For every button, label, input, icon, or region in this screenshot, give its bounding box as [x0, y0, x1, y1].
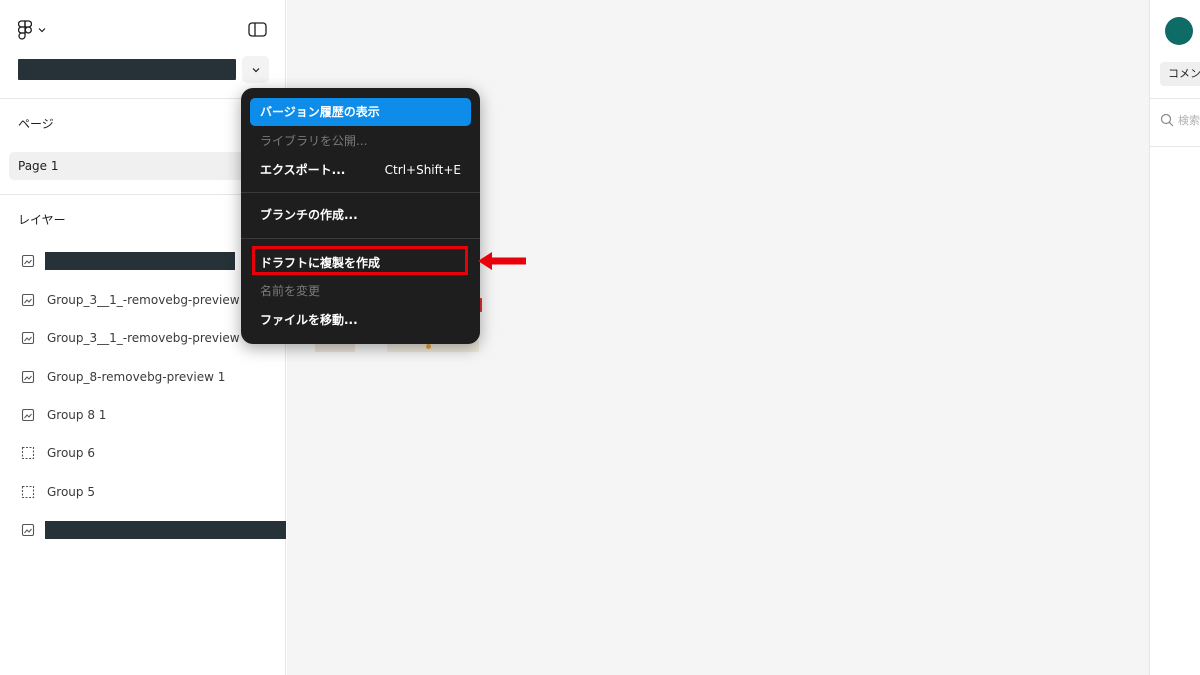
- right-panel: コメント 検索: [1149, 0, 1200, 675]
- layer-row[interactable]: Group 8 1: [0, 401, 286, 429]
- layer-row[interactable]: Group 5: [0, 478, 286, 506]
- right-panel-divider: [1150, 98, 1200, 99]
- menu-item-rename: 名前を変更: [250, 277, 471, 305]
- menu-separator: [241, 192, 480, 193]
- right-panel-divider: [1150, 146, 1200, 147]
- layer-row-redacted[interactable]: [0, 516, 286, 544]
- layer-row[interactable]: Group_8-removebg-preview 1: [0, 363, 286, 391]
- menu-item-label: ブランチの作成...: [260, 208, 358, 222]
- image-frame-icon: [21, 523, 35, 537]
- toggle-sidebar-icon[interactable]: [247, 21, 269, 39]
- layer-label: Group 8 1: [47, 408, 107, 422]
- layer-label: Group_8-removebg-preview 1: [47, 370, 226, 384]
- image-frame-icon: [21, 293, 35, 307]
- menu-item-label: バージョン履歴の表示: [260, 105, 380, 119]
- menu-item-shortcut: Ctrl+Shift+E: [384, 163, 461, 177]
- file-context-menu: バージョン履歴の表示 ライブラリを公開... エクスポート... Ctrl+Sh…: [241, 88, 480, 344]
- menu-item-label: ライブラリを公開...: [260, 134, 368, 148]
- chevron-down-icon: [252, 67, 259, 72]
- image-frame-icon: [21, 370, 35, 384]
- chevron-down-icon: [38, 28, 46, 33]
- main-menu-button[interactable]: [18, 20, 46, 40]
- figma-logo-icon: [18, 20, 32, 40]
- file-name-redacted[interactable]: [18, 59, 236, 80]
- layer-name-redacted: [45, 521, 286, 539]
- pages-section-label: ページ: [18, 117, 54, 131]
- dashed-group-icon: [21, 485, 35, 499]
- menu-separator: [241, 238, 480, 239]
- canvas-thumbnail-dot: [426, 344, 431, 349]
- avatar[interactable]: [1165, 17, 1193, 45]
- menu-item-move-file[interactable]: ファイルを移動...: [250, 306, 471, 334]
- annotation-arrow-icon: [478, 252, 526, 270]
- menu-item-show-version-history[interactable]: バージョン履歴の表示: [250, 98, 471, 126]
- layer-name-redacted: [45, 252, 235, 270]
- image-frame-icon: [21, 254, 35, 268]
- layer-label: Group 6: [47, 446, 95, 460]
- tab-comments[interactable]: コメント: [1160, 62, 1200, 86]
- search-placeholder: 検索: [1178, 114, 1200, 127]
- menu-item-publish-library: ライブラリを公開...: [250, 127, 471, 155]
- image-frame-icon: [21, 408, 35, 422]
- page-item-page-1[interactable]: Page 1: [9, 152, 277, 180]
- app-window: ページ Page 1 レイヤー Group_3__1_-removebg-pre…: [0, 0, 1200, 675]
- layer-label: Group 5: [47, 485, 95, 499]
- menu-item-label: ドラフトに複製を作成: [260, 256, 381, 270]
- comment-search-input[interactable]: 検索: [1160, 112, 1200, 128]
- image-frame-icon: [21, 331, 35, 345]
- layers-section-label: レイヤー: [18, 213, 66, 227]
- file-menu-caret-button[interactable]: [242, 56, 269, 83]
- menu-item-create-branch[interactable]: ブランチの作成...: [250, 201, 471, 229]
- menu-item-export[interactable]: エクスポート... Ctrl+Shift+E: [250, 156, 471, 184]
- menu-item-label: 名前を変更: [260, 284, 321, 298]
- menu-item-label: エクスポート...: [260, 163, 346, 177]
- menu-item-label: ファイルを移動...: [260, 313, 358, 327]
- dashed-group-icon: [21, 446, 35, 460]
- layer-row[interactable]: Group 6: [0, 439, 286, 467]
- search-icon: [1160, 113, 1174, 127]
- menu-item-duplicate-to-drafts[interactable]: ドラフトに複製を作成: [250, 249, 471, 277]
